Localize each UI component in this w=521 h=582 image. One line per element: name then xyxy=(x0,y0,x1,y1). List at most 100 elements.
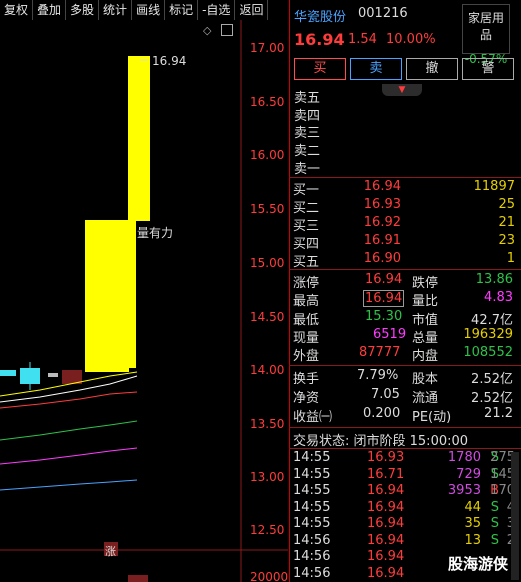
toolbar-remove-watchlist-button[interactable]: -自选 xyxy=(198,0,236,20)
ma-line xyxy=(0,391,138,409)
price-tick: 16.00 xyxy=(250,148,285,162)
buy-level-row[interactable]: 买二 16.93 25 xyxy=(293,197,519,216)
tick-time: 14:55 xyxy=(293,499,331,515)
price-tick: 13.00 xyxy=(250,470,285,484)
buy-level-volume: 25 xyxy=(498,197,515,212)
current-price: 16.94 xyxy=(294,30,345,49)
buy-level-volume: 11897 xyxy=(473,179,515,194)
buy-level-label: 买二 xyxy=(293,201,320,216)
price-tick: 14.50 xyxy=(250,310,285,324)
divider xyxy=(289,365,521,366)
chart-menu-icon[interactable]: ⠀ xyxy=(221,24,233,36)
stat-low: 15.30 xyxy=(365,309,403,324)
sell-button[interactable]: 卖 xyxy=(350,58,402,80)
stats-block: 涨停 16.94 跌停 13.86 最高 16.94 量比 4.83 最低 15… xyxy=(293,272,517,364)
stat-pe: 21.2 xyxy=(484,406,513,421)
tick-time: 14:56 xyxy=(293,549,331,564)
tick-volume: 3953 xyxy=(447,483,481,498)
stat-label: 现量 xyxy=(293,331,320,346)
buy-level-label: 买一 xyxy=(293,183,320,198)
tick-price: 16.94 xyxy=(367,565,405,581)
stat-label: 外盘 xyxy=(293,349,320,364)
stat-limit-up: 16.94 xyxy=(365,272,403,287)
industry-box[interactable]: 家居用品 -0.57% xyxy=(462,4,510,66)
stat-label: 最低 xyxy=(293,313,320,328)
sell-level-row: 卖四 xyxy=(294,105,520,124)
sell-level-label: 卖二 xyxy=(294,144,321,159)
volume-tick: 20000 xyxy=(250,570,289,582)
tick-price: 16.94 xyxy=(367,532,405,548)
cancel-order-button[interactable]: 撤 xyxy=(406,58,458,80)
tick-scrollbar[interactable] xyxy=(511,452,519,580)
tick-row: 14:5516.9444S4 xyxy=(293,500,519,518)
toolbar-back-button[interactable]: 返回 xyxy=(235,0,269,20)
price-tick: 13.50 xyxy=(250,417,285,431)
tick-price: 16.94 xyxy=(367,499,405,515)
buy-level-price: 16.91 xyxy=(363,233,401,248)
chart-annotation: 量有力 xyxy=(137,226,174,240)
tick-price: 16.94 xyxy=(367,549,405,564)
diamond-icon[interactable]: ◇ xyxy=(203,24,211,37)
stat-label: 收益㈠ xyxy=(293,410,333,425)
price-tick: 12.50 xyxy=(250,523,285,537)
sell-level-label: 卖三 xyxy=(294,126,321,141)
toolbar-draw-button[interactable]: 画线 xyxy=(132,0,166,20)
tick-time: 14:56 xyxy=(293,565,331,581)
tick-volume: 1780 xyxy=(447,450,481,465)
price-change-pct: 10.00% xyxy=(386,32,436,47)
tick-row: 14:5516.9435S3 xyxy=(293,516,519,534)
sell-level-label: 卖五 xyxy=(294,91,321,106)
ma-line xyxy=(0,447,138,465)
stat-volume-ratio: 4.83 xyxy=(484,290,513,305)
toolbar-stats-button[interactable]: 统计 xyxy=(99,0,133,20)
stock-name[interactable]: 华瓷股份 xyxy=(294,6,346,25)
price-tick: 14.00 xyxy=(250,363,285,377)
stat-outer-volume: 87777 xyxy=(359,345,401,360)
stat-label: 市值 xyxy=(412,313,439,328)
buy-level-row[interactable]: 买四 16.91 23 xyxy=(293,233,519,252)
buy-level-row[interactable]: 买三 16.92 21 xyxy=(293,215,519,234)
tick-row: 14:5616.9413S2 xyxy=(293,533,519,551)
price-tick: 16.50 xyxy=(250,95,285,109)
buy-level-volume: 21 xyxy=(498,215,515,230)
kline-chart[interactable]: ◇ ⠀ 17.00 16.50 16.00 15.50 15.00 14.50 … xyxy=(0,20,288,582)
stat-float: 2.52亿 xyxy=(471,391,513,406)
candle-bar xyxy=(48,373,58,377)
tick-time: 14:55 xyxy=(293,483,331,498)
stat-label: 股本 xyxy=(412,372,439,387)
tick-volume: 13 xyxy=(464,532,481,548)
toolbar-fuquan-button[interactable]: 复权 xyxy=(0,0,34,20)
buy-level-price: 16.93 xyxy=(363,197,401,212)
buy-level-price: 16.94 xyxy=(363,179,401,194)
tick-price: 16.94 xyxy=(367,483,405,498)
tick-time: 14:55 xyxy=(293,450,331,465)
stat-label: 最高 xyxy=(293,294,320,309)
stat-current-volume: 6519 xyxy=(373,327,407,342)
tick-volume: 729 xyxy=(456,466,481,482)
alert-button[interactable]: 警 xyxy=(462,58,514,80)
toolbar-multi-stock-button[interactable]: 多股 xyxy=(66,0,100,20)
stat-label: 总量 xyxy=(412,331,439,346)
buy-level-volume: 23 xyxy=(498,233,515,248)
tick-row: 14:55 16.94 3953 B 170 xyxy=(293,483,519,501)
divider xyxy=(289,177,521,178)
buy-button[interactable]: 买 xyxy=(294,58,346,80)
limit-up-marker-label: 涨 xyxy=(105,545,116,558)
divider xyxy=(289,269,521,270)
tick-time: 14:55 xyxy=(293,466,331,482)
price-tick: 15.00 xyxy=(250,256,285,270)
price-change: 1.54 xyxy=(348,32,377,47)
buy-level-row[interactable]: 买一 16.94 11897 xyxy=(293,179,519,198)
tick-direction: S xyxy=(490,516,499,531)
volume-bar xyxy=(128,575,148,582)
stat-label: 跌停 xyxy=(412,276,439,291)
toolbar-mark-button[interactable]: 标记 xyxy=(165,0,199,20)
trade-status: 交易状态: 闭市阶段 15:00:00 xyxy=(293,434,469,449)
tick-row: 14:55 16.93 1780 S 275 xyxy=(293,450,519,468)
tick-price: 16.71 xyxy=(367,466,405,482)
buy-level-label: 买五 xyxy=(293,255,320,270)
price-tick: 17.00 xyxy=(250,41,285,55)
sell-level-label: 卖一 xyxy=(294,162,321,177)
buy-level-row[interactable]: 买五 16.90 1 xyxy=(293,251,519,270)
toolbar-overlay-button[interactable]: 叠加 xyxy=(33,0,67,20)
